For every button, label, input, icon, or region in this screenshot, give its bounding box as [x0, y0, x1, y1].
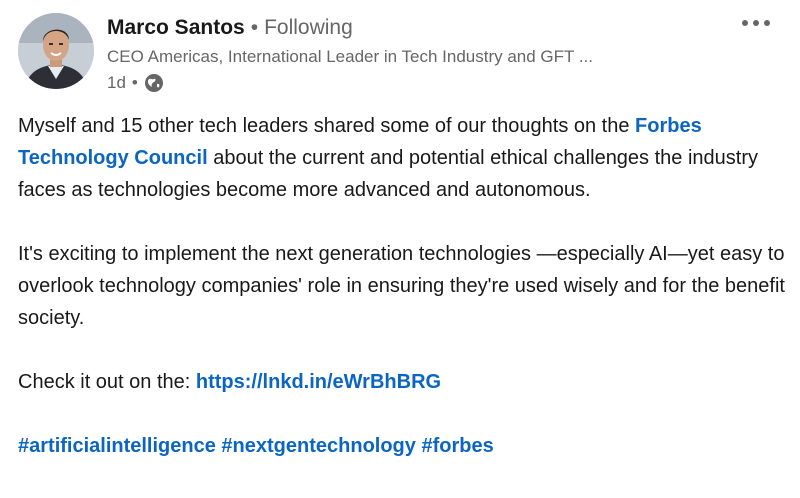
- hashtag-link[interactable]: #artificialintelligence: [18, 435, 216, 457]
- post-text: Check it out on the:: [18, 371, 196, 393]
- post-paragraph-3: Check it out on the: https://lnkd.in/eWr…: [18, 366, 788, 398]
- post-paragraph-2: It's exciting to implement the next gene…: [18, 243, 785, 329]
- globe-icon: [144, 73, 164, 93]
- name-separator: •: [250, 16, 259, 39]
- post-content: Myself and 15 other tech leaders shared …: [18, 110, 788, 462]
- author-name[interactable]: Marco Santos: [107, 16, 245, 39]
- post-meta: 1d •: [107, 71, 164, 95]
- avatar-image: [18, 13, 94, 89]
- author-avatar[interactable]: [18, 13, 94, 89]
- author-name-row: Marco Santos • Following: [107, 14, 353, 42]
- more-options-icon[interactable]: [734, 8, 778, 38]
- meta-separator: •: [131, 73, 138, 92]
- author-headline: CEO Americas, International Leader in Te…: [107, 47, 594, 66]
- post-paragraph-1: Myself and 15 other tech leaders shared …: [18, 110, 788, 206]
- follow-status: Following: [264, 16, 353, 39]
- article-link[interactable]: https://lnkd.in/eWrBhBRG: [196, 371, 441, 393]
- feed-post: Marco Santos • Following CEO Americas, Int…: [0, 0, 800, 498]
- post-time: 1d: [107, 73, 126, 92]
- post-text: Myself and 15 other tech leaders shared …: [18, 115, 636, 137]
- hashtag-link[interactable]: #nextgentechnology: [221, 435, 415, 457]
- hashtag-row: #artificialintelligence #nextgentechnolo…: [18, 430, 788, 462]
- hashtag-link[interactable]: #forbes: [421, 435, 493, 457]
